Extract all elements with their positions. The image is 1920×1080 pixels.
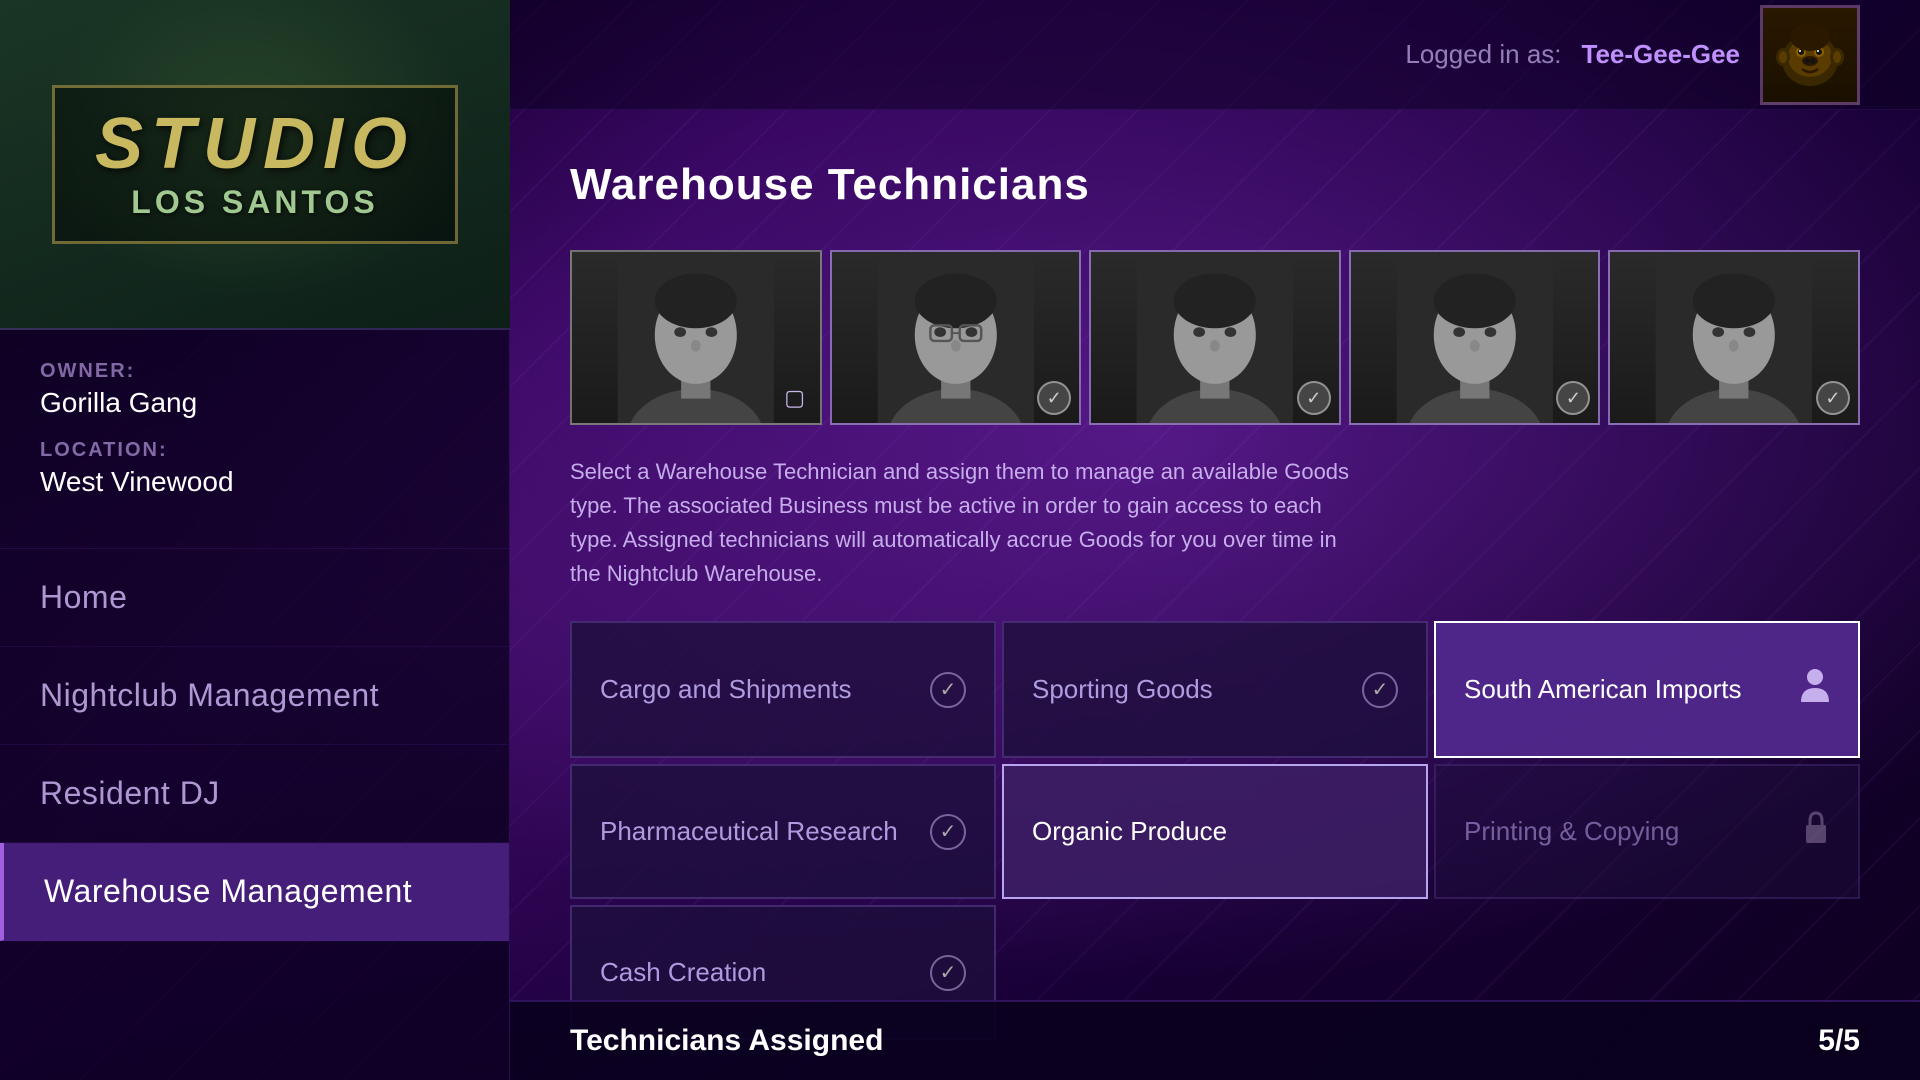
goods-item-cargo[interactable]: Cargo and Shipments ✓: [570, 621, 996, 758]
technician-card-2[interactable]: ✓: [830, 250, 1082, 425]
technicians-assigned-count: 5/5: [1818, 1024, 1860, 1058]
section-title: Warehouse Technicians: [570, 160, 1860, 210]
goods-item-south-american[interactable]: South American Imports: [1434, 621, 1860, 758]
goods-name-pharmaceutical: Pharmaceutical Research: [600, 815, 898, 849]
person-icon: ▢: [778, 381, 812, 415]
sidebar-item-warehouse-management[interactable]: Warehouse Management: [0, 843, 509, 941]
check-icon: ✓: [1037, 381, 1071, 415]
goods-name-organic: Organic Produce: [1032, 815, 1227, 849]
location-name: West Vinewood: [40, 466, 469, 498]
person-icon: [1800, 668, 1830, 712]
avatar: [1760, 5, 1860, 105]
technician-card-1[interactable]: ▢: [570, 250, 822, 425]
description-text: Select a Warehouse Technician and assign…: [570, 455, 1370, 591]
lock-icon: [1802, 811, 1830, 853]
check-icon: ✓: [1816, 381, 1850, 415]
technician-card-5[interactable]: ✓: [1608, 250, 1860, 425]
sidebar: STUDIO LOS SANTOS OWNER: Gorilla Gang LO…: [0, 0, 510, 1080]
sidebar-item-resident-dj[interactable]: Resident DJ: [0, 745, 509, 843]
technicians-row: ▢ ✓ ✓ ✓ ✓: [570, 250, 1860, 425]
logged-in-label: Logged in as:: [1405, 39, 1561, 70]
studio-logo: STUDIO LOS SANTOS: [0, 0, 510, 330]
nav-items: HomeNightclub ManagementResident DJWareh…: [0, 549, 509, 1080]
header-bar: Logged in as: Tee-Gee-Gee: [510, 0, 1920, 110]
goods-name-cash: Cash Creation: [600, 956, 766, 990]
goods-name-cargo: Cargo and Shipments: [600, 673, 851, 707]
technician-card-4[interactable]: ✓: [1349, 250, 1601, 425]
gorilla-icon: [1763, 8, 1857, 102]
studio-name: STUDIO: [95, 108, 415, 180]
goods-item-printing[interactable]: Printing & Copying: [1434, 764, 1860, 899]
check-circle-icon: ✓: [930, 955, 966, 991]
goods-item-sporting[interactable]: Sporting Goods ✓: [1002, 621, 1428, 758]
logged-in-section: Logged in as: Tee-Gee-Gee: [1405, 5, 1860, 105]
goods-grid: Cargo and Shipments ✓ Sporting Goods ✓ South…: [570, 621, 1860, 1040]
owner-name: Gorilla Gang: [40, 387, 469, 419]
check-icon: ✓: [1297, 381, 1331, 415]
check-circle-icon: ✓: [1362, 672, 1398, 708]
sidebar-item-nightclub-management[interactable]: Nightclub Management: [0, 647, 509, 745]
goods-name-south-american: South American Imports: [1464, 673, 1741, 707]
studio-subtitle: LOS SANTOS: [95, 184, 415, 221]
sidebar-item-home[interactable]: Home: [0, 549, 509, 647]
goods-item-organic[interactable]: Organic Produce: [1002, 764, 1428, 899]
layout: STUDIO LOS SANTOS OWNER: Gorilla Gang LO…: [0, 0, 1920, 1080]
goods-name-sporting: Sporting Goods: [1032, 673, 1213, 707]
check-circle-icon: ✓: [930, 672, 966, 708]
bottom-bar: Technicians Assigned 5/5: [510, 1000, 1920, 1080]
technician-card-3[interactable]: ✓: [1089, 250, 1341, 425]
content-area: Warehouse Technicians ▢ ✓ ✓ ✓ ✓ Select a War…: [510, 110, 1920, 1080]
studio-logo-box: STUDIO LOS SANTOS: [52, 85, 458, 244]
owner-label: OWNER:: [40, 360, 469, 383]
goods-name-printing: Printing & Copying: [1464, 815, 1679, 849]
location-label: LOCATION:: [40, 439, 469, 462]
technicians-assigned-label: Technicians Assigned: [570, 1024, 883, 1058]
username-display: Tee-Gee-Gee: [1582, 39, 1740, 70]
property-info: OWNER: Gorilla Gang LOCATION: West Vinew…: [0, 330, 509, 549]
check-circle-icon: ✓: [930, 814, 966, 850]
goods-item-pharmaceutical[interactable]: Pharmaceutical Research ✓: [570, 764, 996, 899]
